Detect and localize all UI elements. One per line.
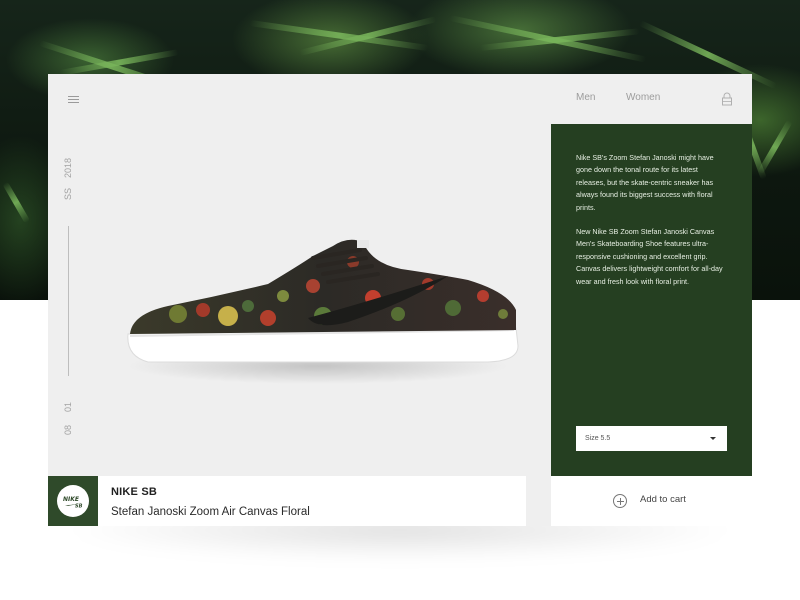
vertical-divider (68, 226, 69, 376)
nav-men[interactable]: Men (576, 92, 595, 103)
product-card: Men Women 2018 SS 01 08 Nike SB's Zoom S… (48, 74, 752, 526)
size-select-value: Size 5.5 (585, 435, 611, 442)
product-image (127, 239, 519, 384)
product-info-bar: NIKE SB NIKE SB Stefan Janoski Zoom Air … (48, 476, 526, 526)
season-month: 08 (63, 424, 73, 435)
size-select[interactable]: Size 5.5 (576, 426, 727, 451)
add-to-cart-label: Add to cart (640, 494, 686, 505)
add-to-cart-button[interactable]: Add to cart (551, 476, 752, 526)
product-name: Stefan Janoski Zoom Air Canvas Floral (111, 506, 310, 518)
description-panel: Nike SB's Zoom Stefan Janoski might have… (551, 124, 752, 477)
season-code: SS (63, 187, 73, 200)
nav-women[interactable]: Women (626, 92, 660, 103)
product-brand: NIKE SB (111, 486, 158, 498)
description-paragraph-1: Nike SB's Zoom Stefan Janoski might have… (576, 153, 714, 212)
brand-logo-box: NIKE SB (48, 476, 98, 526)
description-paragraph-2: New Nike SB Zoom Stefan Janoski Canvas M… (576, 227, 723, 286)
chevron-down-icon (710, 437, 716, 440)
nike-sb-logo-mark: NIKE SB (63, 496, 83, 509)
svg-text:NIKE: NIKE (63, 496, 80, 503)
season-day: 01 (63, 401, 73, 412)
plus-icon (613, 494, 627, 508)
nike-sb-logo: NIKE SB (57, 485, 89, 517)
menu-icon[interactable] (68, 96, 79, 103)
season-year: 2018 (63, 157, 73, 178)
lock-icon[interactable] (721, 92, 733, 106)
svg-text:SB: SB (75, 504, 83, 509)
